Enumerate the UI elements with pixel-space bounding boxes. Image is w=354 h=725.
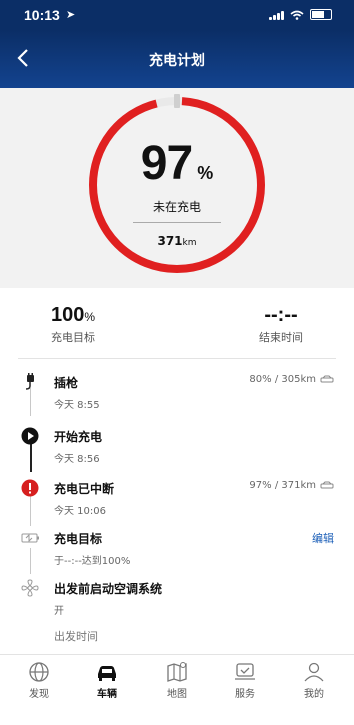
event-charge-value: 97% / 371km bbox=[249, 480, 316, 491]
event-detail: 开 bbox=[54, 606, 64, 617]
plug-icon bbox=[20, 372, 40, 392]
globe-icon bbox=[29, 662, 49, 682]
charge-timeline: 插枪 今天 8:55 80% / 305km 开始充电 今天 8:56 充电已中… bbox=[0, 360, 354, 650]
event-charge-info: 97% / 371km bbox=[249, 480, 334, 491]
tab-label: 服务 bbox=[235, 689, 255, 700]
car-icon bbox=[98, 666, 116, 681]
event-name: 出发前启动空调系统 bbox=[54, 582, 163, 596]
charge-percent-unit: % bbox=[197, 163, 214, 183]
edit-target-link[interactable]: 编辑 bbox=[312, 530, 334, 546]
event-time: 今天 8:56 bbox=[54, 454, 100, 465]
tab-label: 车辆 bbox=[97, 689, 117, 700]
tab-profile[interactable]: 我的 bbox=[284, 661, 344, 700]
profile-icon bbox=[304, 662, 324, 682]
event-charge-info: 80% / 305km bbox=[249, 374, 334, 385]
event-name: 出发时间 bbox=[54, 630, 98, 643]
tab-label: 我的 bbox=[304, 689, 324, 700]
end-time-label: 结束时间 bbox=[259, 331, 303, 344]
gauge-divider bbox=[133, 222, 221, 223]
event-name: 充电已中断 bbox=[54, 482, 115, 496]
charge-target-label: 充电目标 bbox=[51, 331, 95, 344]
range-value: 371 bbox=[157, 234, 183, 248]
nav-header: 充电计划 bbox=[0, 30, 354, 88]
bottom-tab-bar: 发现 车辆 地图 服务 我的 bbox=[0, 654, 354, 725]
event-time: 今天 8:55 bbox=[54, 400, 100, 411]
status-time: 10:13 bbox=[24, 7, 60, 23]
page-title: 充电计划 bbox=[149, 53, 205, 69]
charge-target-stat: 100% 充电目标 bbox=[18, 304, 128, 345]
signal-icon bbox=[269, 10, 284, 20]
battery-target-icon bbox=[20, 528, 40, 548]
status-bar: 10:13 ➤ bbox=[0, 0, 354, 30]
event-charge-value: 80% / 305km bbox=[249, 374, 316, 385]
car-small-icon bbox=[320, 481, 334, 489]
event-name: 开始充电 bbox=[54, 430, 103, 444]
tab-label: 地图 bbox=[167, 689, 187, 700]
charge-stats: 100% 充电目标 --:-- 结束时间 bbox=[0, 288, 354, 358]
tab-map[interactable]: 地图 bbox=[147, 661, 207, 700]
tab-discover[interactable]: 发现 bbox=[9, 661, 69, 700]
timeline-line bbox=[30, 548, 31, 574]
event-detail: 于--:--达到100% bbox=[54, 556, 131, 567]
charging-status: 未在充电 bbox=[152, 200, 201, 214]
charge-target-unit: % bbox=[84, 310, 96, 324]
fan-icon bbox=[20, 578, 40, 598]
end-time-value: --:-- bbox=[264, 304, 298, 326]
range-unit: km bbox=[182, 238, 197, 248]
timeline-line-active bbox=[29, 442, 32, 472]
tab-service[interactable]: 服务 bbox=[215, 661, 275, 700]
warning-icon bbox=[20, 478, 40, 498]
status-icons bbox=[269, 9, 332, 20]
play-icon bbox=[20, 426, 40, 446]
timeline-line bbox=[30, 388, 31, 416]
car-small-icon bbox=[320, 375, 334, 383]
tab-label: 发现 bbox=[29, 689, 49, 700]
charge-percent: 97 % bbox=[0, 136, 354, 191]
wifi-icon bbox=[290, 10, 304, 20]
location-arrow-icon: ➤ bbox=[66, 8, 76, 21]
charge-percent-value: 97 bbox=[140, 137, 193, 190]
event-name: 充电目标 bbox=[54, 532, 103, 546]
service-icon bbox=[235, 663, 255, 680]
event-time: 今天 10:06 bbox=[54, 506, 106, 517]
charge-target-value: 100 bbox=[50, 304, 85, 326]
tab-vehicle[interactable]: 车辆 bbox=[77, 661, 137, 700]
map-icon bbox=[167, 662, 187, 682]
stats-divider bbox=[18, 358, 336, 359]
timeline-line bbox=[30, 496, 31, 526]
event-name: 插枪 bbox=[54, 376, 79, 390]
battery-icon bbox=[310, 9, 332, 20]
end-time-stat: --:-- 结束时间 bbox=[226, 304, 336, 345]
charge-gauge: 97 % 未在充电 371km bbox=[0, 88, 354, 288]
range-readout: 371km bbox=[0, 234, 354, 248]
